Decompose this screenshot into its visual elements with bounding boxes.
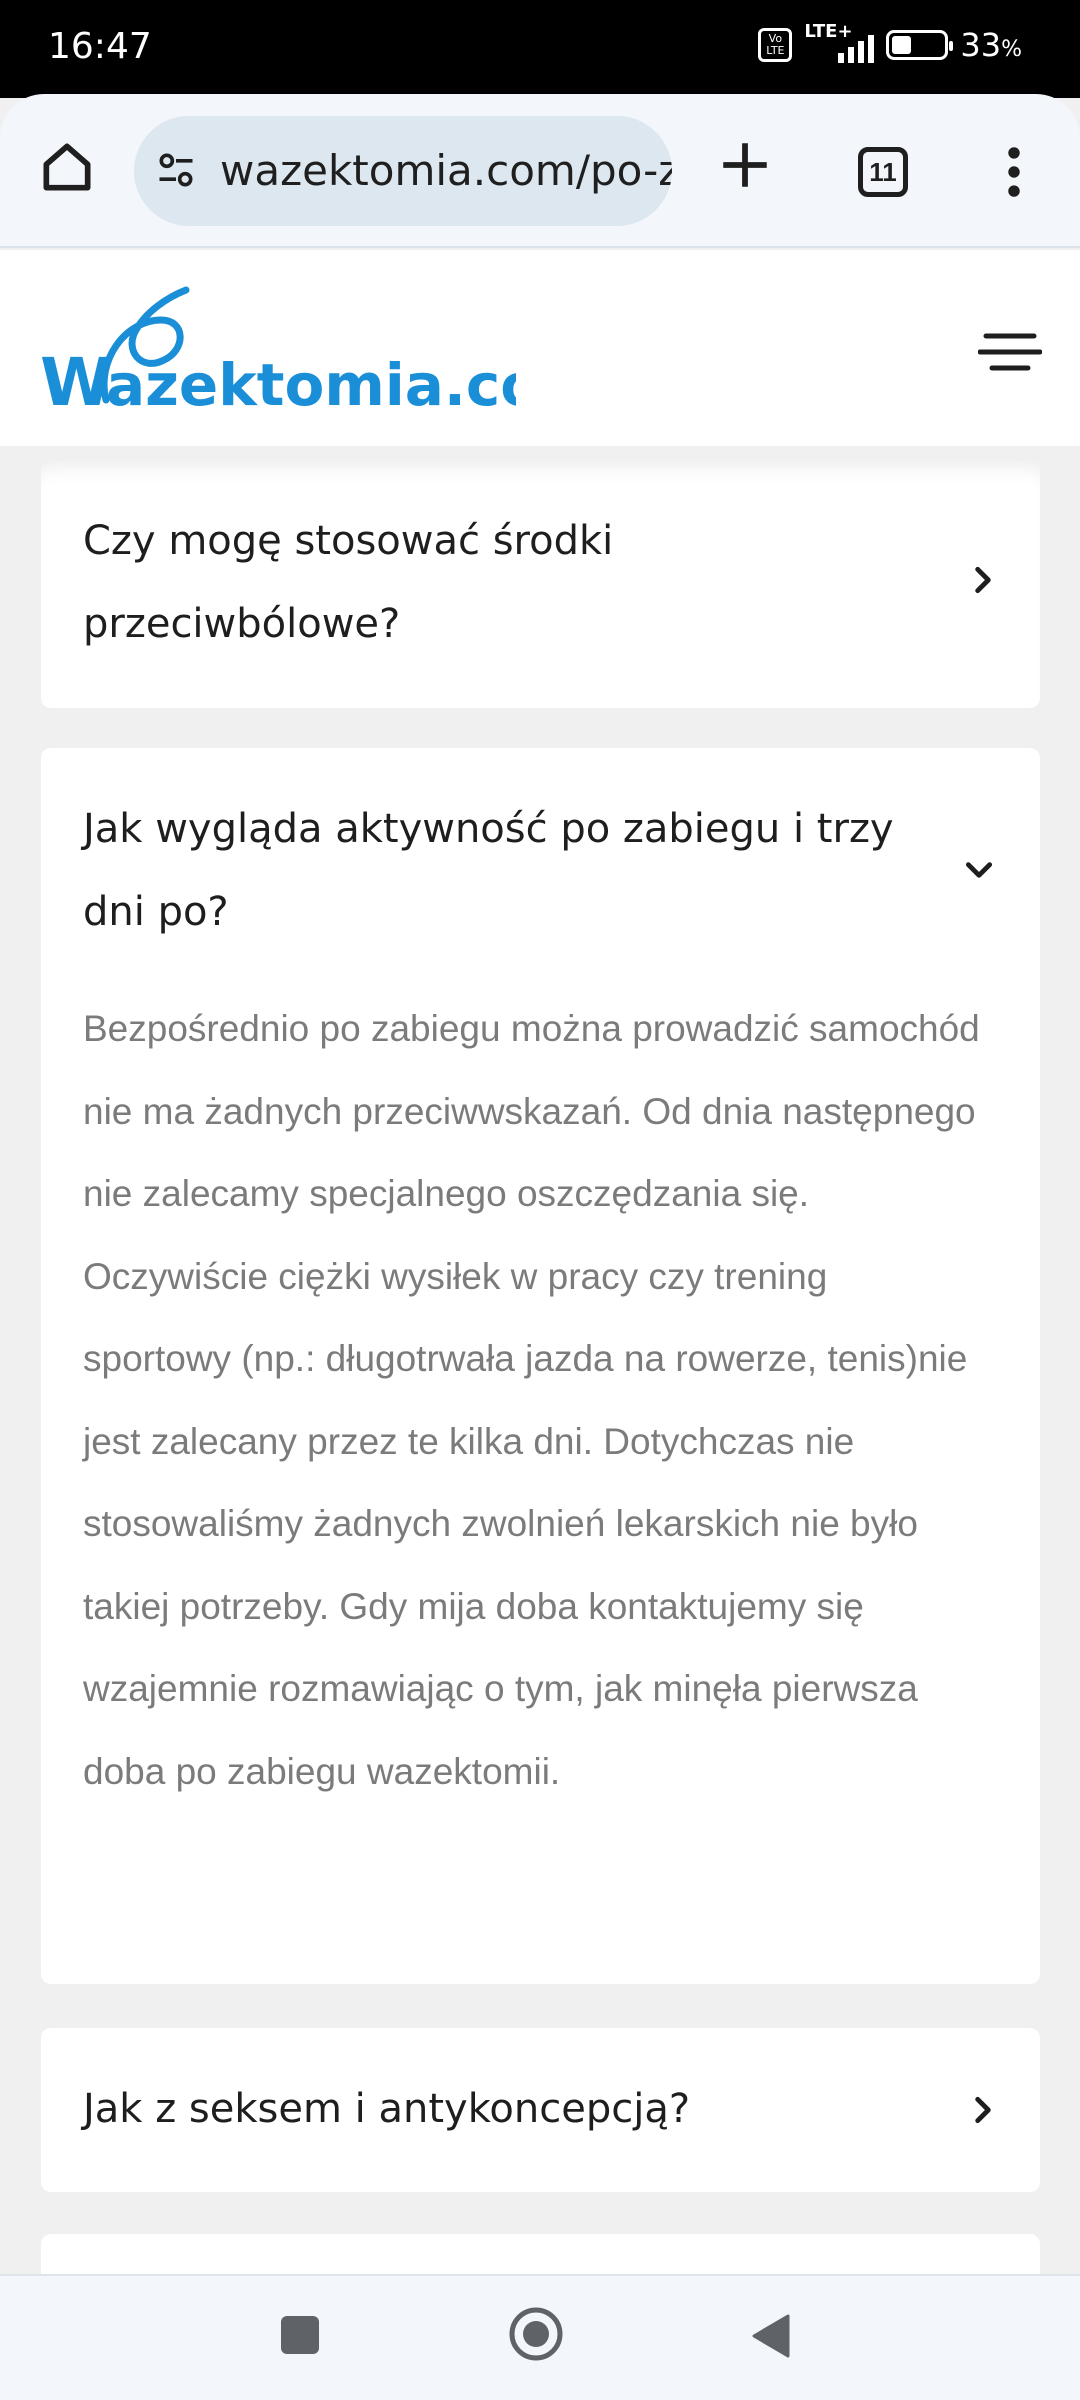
svg-text:W: W: [40, 344, 113, 420]
address-bar[interactable]: wazektomia.com/po-z: [134, 116, 672, 226]
battery-icon: [886, 30, 954, 60]
faq-item[interactable]: Jak z seksem i antykoncepcją?: [41, 2028, 1040, 2192]
browser-toolbar: wazektomia.com/po-z: [0, 94, 1080, 248]
chevron-right-icon[interactable]: [967, 564, 999, 596]
signal-icon: LTE+: [804, 21, 875, 63]
status-icons: Vo LTE LTE+ 33%: [758, 21, 1022, 64]
home-circle-icon[interactable]: [508, 2306, 564, 2362]
faq-item-partial[interactable]: [41, 2234, 1040, 2274]
faq-list: Czy mogę stosować środki przeciwbólowe? …: [0, 446, 1080, 2274]
system-nav-bar: [0, 2274, 1080, 2400]
status-bar: 16:47 Vo LTE LTE+ 33%: [0, 0, 1080, 98]
faq-item-expanded[interactable]: Jak wygląda aktywność po zabiegu i trzy …: [41, 748, 1040, 1984]
faq-question[interactable]: Jak wygląda aktywność po zabiegu i trzy …: [83, 788, 943, 954]
new-tab-plus-icon[interactable]: [716, 136, 774, 194]
faq-question[interactable]: Czy mogę stosować środki przeciwbólowe?: [83, 500, 843, 666]
faq-answer: Bezpośrednio po zabiegu można prowadzić …: [83, 1008, 980, 1792]
home-icon[interactable]: [36, 136, 98, 198]
svg-text:azektomia.com: azektomia.com: [106, 351, 516, 419]
tab-switcher-icon[interactable]: 11: [858, 147, 908, 197]
chevron-right-icon[interactable]: [967, 2094, 999, 2126]
more-vert-icon[interactable]: [1000, 146, 1028, 198]
faq-item[interactable]: Czy mogę stosować środki przeciwbólowe?: [41, 460, 1040, 708]
recents-square-icon[interactable]: [281, 2316, 319, 2354]
site-header: W azektomia.com: [0, 250, 1080, 446]
status-time: 16:47: [48, 26, 152, 67]
back-triangle-icon[interactable]: [748, 2312, 792, 2360]
site-settings-icon[interactable]: [154, 148, 198, 192]
site-logo[interactable]: W azektomia.com: [36, 280, 516, 420]
chevron-down-icon[interactable]: [963, 854, 995, 886]
hamburger-menu-icon[interactable]: [978, 330, 1042, 374]
volte-icon: Vo LTE: [758, 28, 793, 62]
battery-percent: 33%: [960, 26, 1022, 64]
faq-question[interactable]: Jak z seksem i antykoncepcją?: [83, 2068, 883, 2151]
url-text[interactable]: wazektomia.com/po-z: [220, 146, 672, 195]
